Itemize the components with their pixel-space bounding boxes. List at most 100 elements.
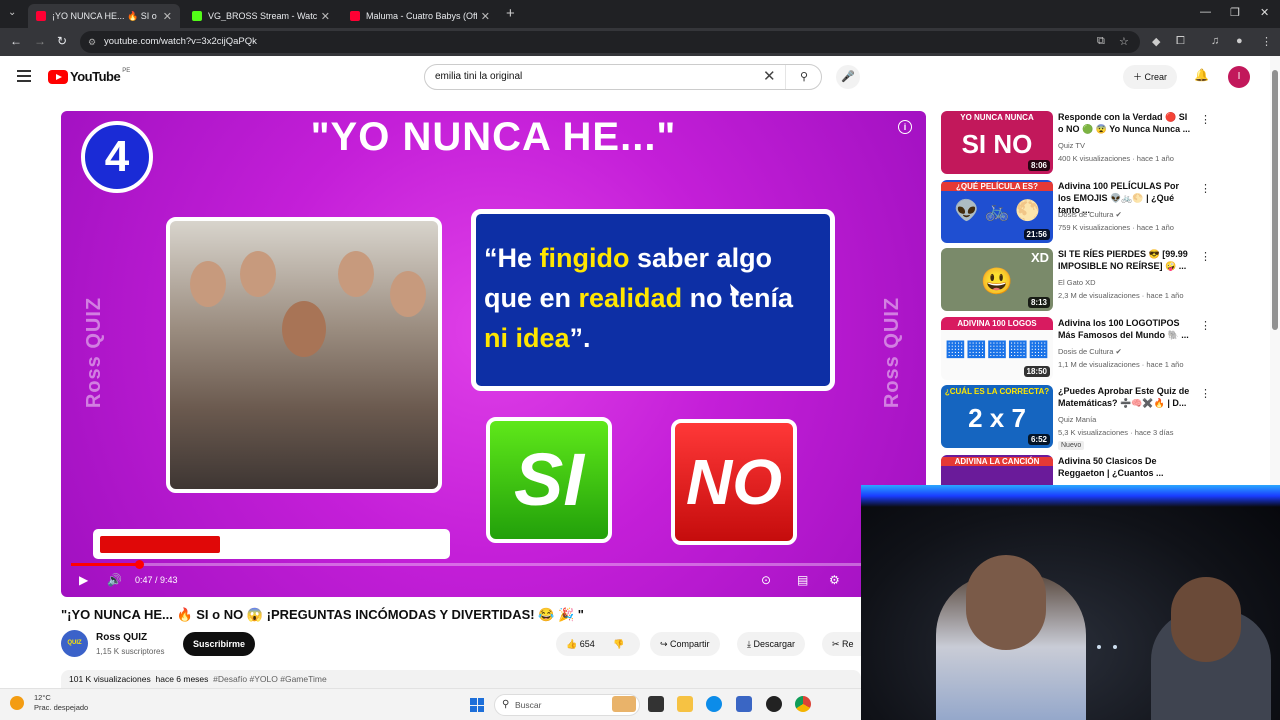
more-options-icon[interactable]: ⋮ [1200,319,1211,332]
user-avatar[interactable]: I [1228,66,1250,88]
question-highlight: realidad [578,283,683,313]
youtube-play-logo-icon [48,69,68,84]
share-button[interactable]: ↪ Compartir [650,632,720,656]
thumbs-up-icon[interactable]: 👍 [566,639,580,649]
extensions-puzzle-icon[interactable]: ⧠ [1176,35,1185,48]
browser-tab-2[interactable]: VG_BROSS Stream - Watch Live ✕ [184,4,338,28]
recommendation-item[interactable]: ¿CUÁL ES LA CORRECTA? 2 x 7 6:52 ¿Puedes… [941,385,1211,455]
extension-icon[interactable]: ◆ [1152,35,1160,48]
browser-tab-1[interactable]: ¡YO NUNCA HE... 🔥 SI o NO 😱 ✕ [28,4,180,28]
si-answer-graphic: SI [486,417,612,543]
channel-name[interactable]: Ross QUIZ [96,632,147,643]
hamburger-menu-icon[interactable] [17,70,31,82]
url-text: youtube.com/watch?v=3x2cijQaPQk [104,36,257,47]
recommendation-item[interactable]: XD 😃 8:13 SI TE RÍES PIERDES 😎 [99.99 IM… [941,248,1211,312]
download-button[interactable]: ⤓ Descargar [737,632,805,656]
create-button[interactable]: ＋ Crear [1123,65,1178,89]
more-options-icon[interactable]: ⋮ [1200,182,1211,195]
profile-icon[interactable]: ● [1236,35,1243,47]
subtitles-icon[interactable]: ▤ [797,573,808,587]
thumbs-down-icon[interactable]: 👎 [613,639,624,649]
address-bar[interactable]: ⚙ youtube.com/watch?v=3x2cijQaPQk [80,31,1140,53]
info-card-icon[interactable]: i [898,120,912,134]
recommendation-channel[interactable]: El Gato XD [1058,278,1096,287]
video-thumbnail[interactable]: YO NUNCA NUNCA SI NO 8:06 [941,111,1053,174]
browser-menu-icon[interactable]: ⋮ [1261,35,1272,48]
remix-button[interactable]: ✂ Re [822,632,861,656]
recommendation-channel[interactable]: Dosis de Cultura ✔ [1058,210,1122,219]
channel-avatar[interactable]: QUIZ [61,630,88,657]
recommendation-title[interactable]: ¿Puedes Aprobar Este Quiz de Matemáticas… [1058,385,1192,409]
recommendation-channel[interactable]: Quiz TV [1058,141,1085,150]
microsoft-store-icon[interactable] [736,696,752,712]
video-thumbnail[interactable]: ¿QUÉ PELÍCULA ES? 👽 🚲 🌕 21:56 [941,180,1053,243]
windows-start-icon[interactable] [470,698,484,712]
person-face [190,261,226,307]
search-input[interactable]: emilia tini la original ✕ ⚲ [424,64,822,90]
recommendation-title[interactable]: Adivina los 100 LOGOTIPOS Más Famosos de… [1058,317,1192,341]
task-view-icon[interactable] [648,696,664,712]
more-options-icon[interactable]: ⋮ [1200,457,1201,470]
recommendation-meta: 2,3 M de visualizaciones · hace 1 año [1058,291,1184,300]
autoplay-toggle-icon[interactable]: ⊙ [761,573,771,587]
weather-condition: Prac. despejado [34,703,89,712]
bookmark-star-icon[interactable]: ☆ [1119,35,1129,48]
clear-search-icon[interactable]: ✕ [763,65,776,89]
settings-gear-icon[interactable]: ⚙ [829,573,840,587]
chrome-browser-icon[interactable] [795,696,811,712]
recommendation-channel[interactable]: Dosis de Cultura ✔ [1058,347,1122,356]
recommendation-item[interactable]: YO NUNCA NUNCA SI NO 8:06 Responde con l… [941,111,1211,175]
new-tab-button[interactable]: + [506,5,515,22]
recommendation-title[interactable]: Responde con la Verdad 🔴 SI o NO 🟢 😨 Yo … [1058,111,1192,135]
subscribe-button[interactable]: Suscribirme [183,632,256,656]
close-tab-icon[interactable]: ✕ [321,10,330,23]
video-thumbnail[interactable]: ¿CUÁL ES LA CORRECTA? 2 x 7 6:52 [941,385,1053,448]
more-options-icon[interactable]: ⋮ [1200,250,1211,263]
recommendation-title[interactable]: Adivina 50 Clasicos De Reggaeton | ¿Cuan… [1058,455,1192,479]
scrollbar-thumb[interactable] [1272,70,1278,330]
back-icon[interactable]: ← [10,34,22,48]
like-dislike-button[interactable]: 👍 654 👎 [556,632,640,656]
hashtags[interactable]: #Desafío #YOLO #GameTime [213,674,327,684]
media-control-icon[interactable]: ♫ [1211,35,1219,47]
video-thumbnail[interactable]: XD 😃 8:13 [941,248,1053,311]
browser-tab-3[interactable]: Maluma - Cuatro Babys (Officia ✕ [342,4,498,28]
weather-widget[interactable]: 12°C Prac. despejado [10,693,88,713]
close-tab-icon[interactable]: ✕ [163,10,172,23]
reload-icon[interactable]: ↻ [57,34,67,48]
app-icon[interactable] [766,696,782,712]
taskbar-search-placeholder: Buscar [515,700,542,710]
video-thumbnail[interactable]: ADIVINA LA CANCIÓN [941,455,1053,485]
recommendation-item[interactable]: ADIVINA LA CANCIÓN Adivina 50 Clasicos D… [941,455,1201,485]
youtube-favicon-icon [36,11,46,21]
minimize-icon[interactable]: — [1200,6,1211,18]
like-count: 654 [579,639,595,649]
video-progress-bar[interactable] [71,560,916,569]
recommendation-item[interactable]: ¿QUÉ PELÍCULA ES? 👽 🚲 🌕 21:56 Adivina 10… [941,180,1211,244]
recommendation-item[interactable]: ADIVINA 100 LOGOS ▦▦▦▦▦ 18:50 Adivina lo… [941,317,1211,381]
maximize-icon[interactable]: ❐ [1230,6,1240,19]
video-thumbnail[interactable]: ADIVINA 100 LOGOS ▦▦▦▦▦ 18:50 [941,317,1053,380]
install-app-icon[interactable]: ⧉ [1097,35,1105,48]
voice-search-mic-icon[interactable]: 🎤 [836,65,860,89]
youtube-logo[interactable]: YouTube PE [48,68,130,84]
page-scrollbar[interactable] [1270,56,1280,486]
search-button-icon[interactable]: ⚲ [785,65,822,89]
close-window-icon[interactable]: ✕ [1260,6,1269,19]
forward-icon[interactable]: → [34,34,46,48]
more-options-icon[interactable]: ⋮ [1200,113,1211,126]
recommendation-channel[interactable]: Quiz Manía [1058,415,1096,424]
close-tab-icon[interactable]: ✕ [481,10,490,23]
person-face [240,251,276,297]
notifications-bell-icon[interactable]: 🔔 [1194,68,1209,82]
edge-browser-icon[interactable] [706,696,722,712]
video-player[interactable]: 4 "YO NUNCA HE..." Ross QUIZ Ross QUIZ “… [61,111,926,597]
file-explorer-icon[interactable] [677,696,693,712]
progress-scrubber-handle[interactable] [135,560,145,569]
more-options-icon[interactable]: ⋮ [1200,387,1211,400]
volume-icon[interactable]: 🔊 [107,573,122,587]
tab-search-icon[interactable]: ⌄ [8,7,16,18]
recommendation-title[interactable]: SI TE RÍES PIERDES 😎 [99.99 IMPOSIBLE NO… [1058,248,1192,272]
play-icon[interactable]: ▶ [79,573,88,587]
site-info-icon[interactable]: ⚙ [88,31,96,53]
